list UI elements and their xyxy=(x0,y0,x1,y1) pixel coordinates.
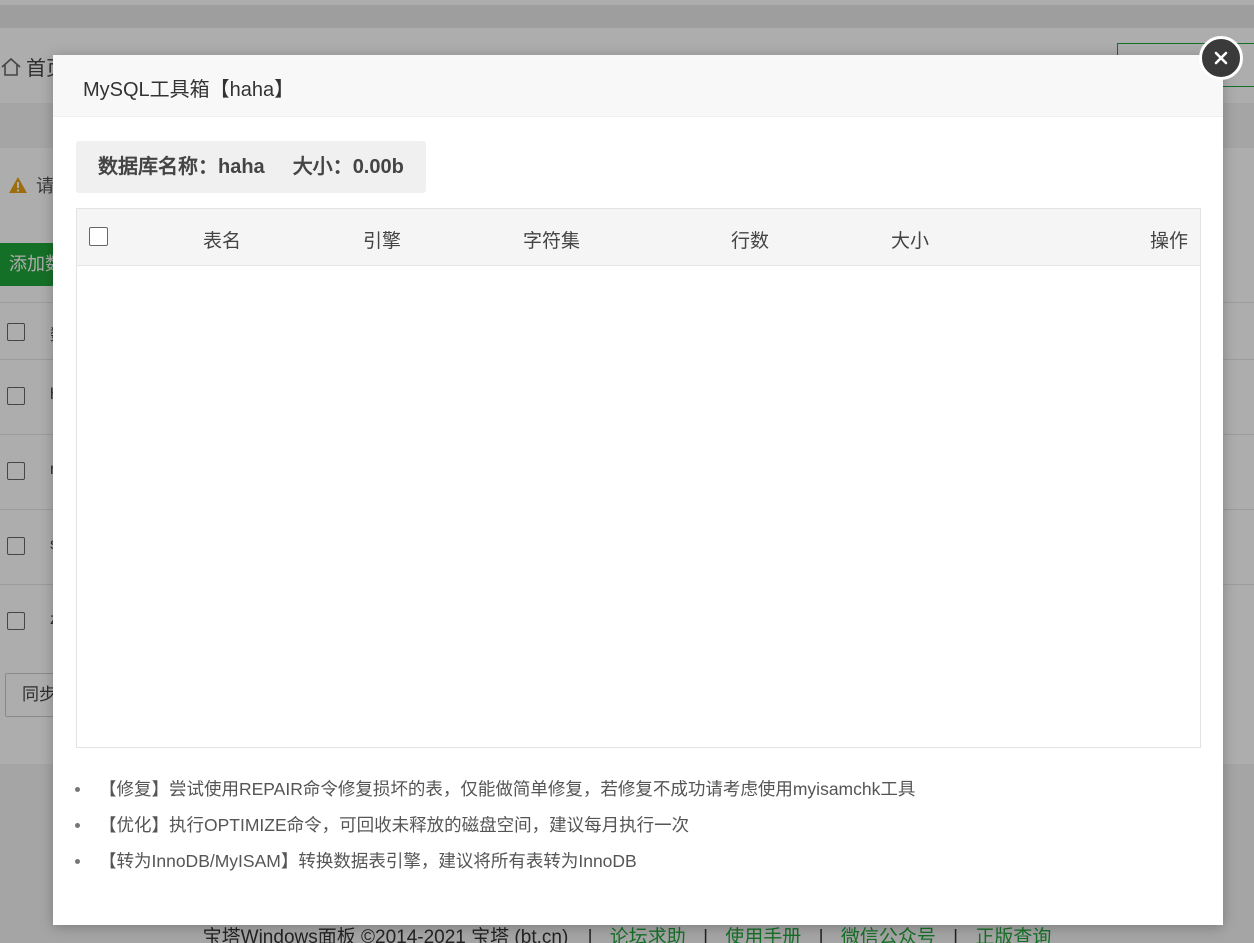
db-name-value: haha xyxy=(218,156,265,178)
tip-text: 【转为InnoDB/MyISAM】转换数据表引擎，建议将所有表转为InnoDB xyxy=(99,851,637,871)
select-all-tables-checkbox[interactable] xyxy=(89,227,108,246)
column-header-size[interactable]: 大小 xyxy=(891,226,929,253)
dialog-title: MySQL工具箱【haha】 xyxy=(83,79,295,101)
close-dialog-button[interactable] xyxy=(1199,36,1243,80)
db-size-label: 大小： xyxy=(292,156,353,178)
close-icon xyxy=(1214,51,1228,65)
mysql-toolbox-dialog: MySQL工具箱【haha】 数据库名称：haha 大小：0.00b 表名 引擎 … xyxy=(53,55,1223,925)
tip-text: 【优化】执行OPTIMIZE命令，可回收未释放的磁盘空间，建议每月执行一次 xyxy=(99,815,690,835)
column-header-table-name[interactable]: 表名 xyxy=(203,226,241,253)
database-info-badge: 数据库名称：haha 大小：0.00b xyxy=(76,141,426,193)
column-header-rows[interactable]: 行数 xyxy=(731,226,769,253)
column-header-engine[interactable]: 引擎 xyxy=(363,226,401,253)
tip-convert-engine: 【转为InnoDB/MyISAM】转换数据表引擎，建议将所有表转为InnoDB xyxy=(75,849,915,885)
db-size-value: 0.00b xyxy=(352,156,404,178)
column-header-actions: 操作 xyxy=(1149,231,1188,252)
tables-list-header: 表名 引擎 字符集 行数 大小 操作 xyxy=(77,209,1200,266)
db-name-label: 数据库名称： xyxy=(98,156,218,178)
bullet-dot xyxy=(75,859,80,864)
tip-repair: 【修复】尝试使用REPAIR命令修复损坏的表，仅能做简单修复，若修复不成功请考虑… xyxy=(75,777,915,813)
help-tips-list: 【修复】尝试使用REPAIR命令修复损坏的表，仅能做简单修复，若修复不成功请考虑… xyxy=(75,777,915,885)
tip-text: 【修复】尝试使用REPAIR命令修复损坏的表，仅能做简单修复，若修复不成功请考虑… xyxy=(99,779,916,799)
bullet-dot xyxy=(75,787,80,792)
bullet-dot xyxy=(75,823,80,828)
tables-list: 表名 引擎 字符集 行数 大小 操作 xyxy=(76,208,1201,748)
tip-optimize: 【优化】执行OPTIMIZE命令，可回收未释放的磁盘空间，建议每月执行一次 xyxy=(75,813,915,849)
column-header-charset[interactable]: 字符集 xyxy=(523,226,580,253)
dialog-header: MySQL工具箱【haha】 xyxy=(53,55,1223,117)
